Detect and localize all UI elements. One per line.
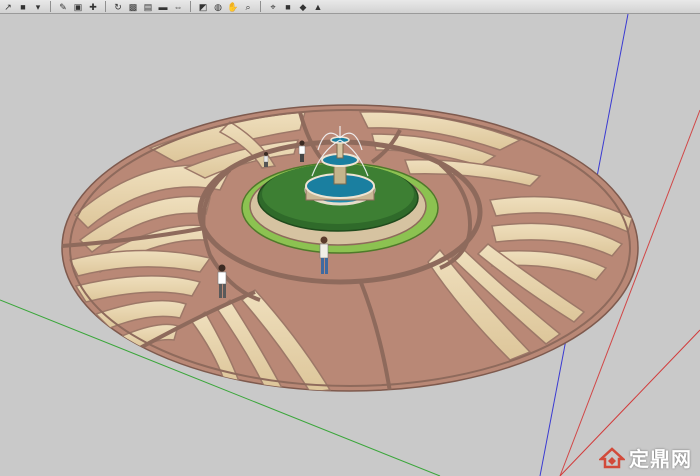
toolbar-separator xyxy=(190,1,191,12)
tape-measure-icon[interactable]: ▬ xyxy=(157,1,169,13)
components-icon[interactable]: ◆ xyxy=(297,1,309,13)
toolbar-separator xyxy=(105,1,106,12)
pencil-icon[interactable]: ✎ xyxy=(57,1,69,13)
zoom-extents-icon[interactable]: ⌖ xyxy=(267,1,279,13)
toolbar-separator xyxy=(260,1,261,12)
move-icon[interactable]: ✚ xyxy=(87,1,99,13)
arrow-select-icon[interactable]: ↗ xyxy=(2,1,14,13)
zoom-icon[interactable]: ⌕ xyxy=(242,1,254,13)
toolbar: ↗ ■ ▾ ✎ ▣ ✚ ↻ ▩ ▤ ▬ ⇔ ◩ ◍ ✋ ⌕ ⌖ ■ ◆ ▲ xyxy=(0,0,700,14)
dropdown-icon[interactable]: ▾ xyxy=(32,1,44,13)
share-icon[interactable]: ▲ xyxy=(312,1,324,13)
rotate-icon[interactable]: ↻ xyxy=(112,1,124,13)
person-walking-left xyxy=(217,264,227,298)
watermark-text: 定鼎网 xyxy=(629,449,692,471)
warehouse-icon[interactable]: ■ xyxy=(282,1,294,13)
person-child xyxy=(263,152,269,167)
dimension-icon[interactable]: ⇔ xyxy=(172,1,184,13)
orbit-icon[interactable]: ◍ xyxy=(212,1,224,13)
offset-icon[interactable]: ▤ xyxy=(142,1,154,13)
toolbar-separator xyxy=(50,1,51,12)
eraser-icon[interactable]: ■ xyxy=(17,1,29,13)
model-viewport[interactable] xyxy=(0,14,700,476)
paint-bucket-icon[interactable]: ◩ xyxy=(197,1,209,13)
house-logo-icon xyxy=(599,446,625,468)
pan-icon[interactable]: ✋ xyxy=(227,1,239,13)
follow-me-icon[interactable]: ▩ xyxy=(127,1,139,13)
watermark: 定鼎网 xyxy=(599,443,692,472)
push-pull-icon[interactable]: ▣ xyxy=(72,1,84,13)
